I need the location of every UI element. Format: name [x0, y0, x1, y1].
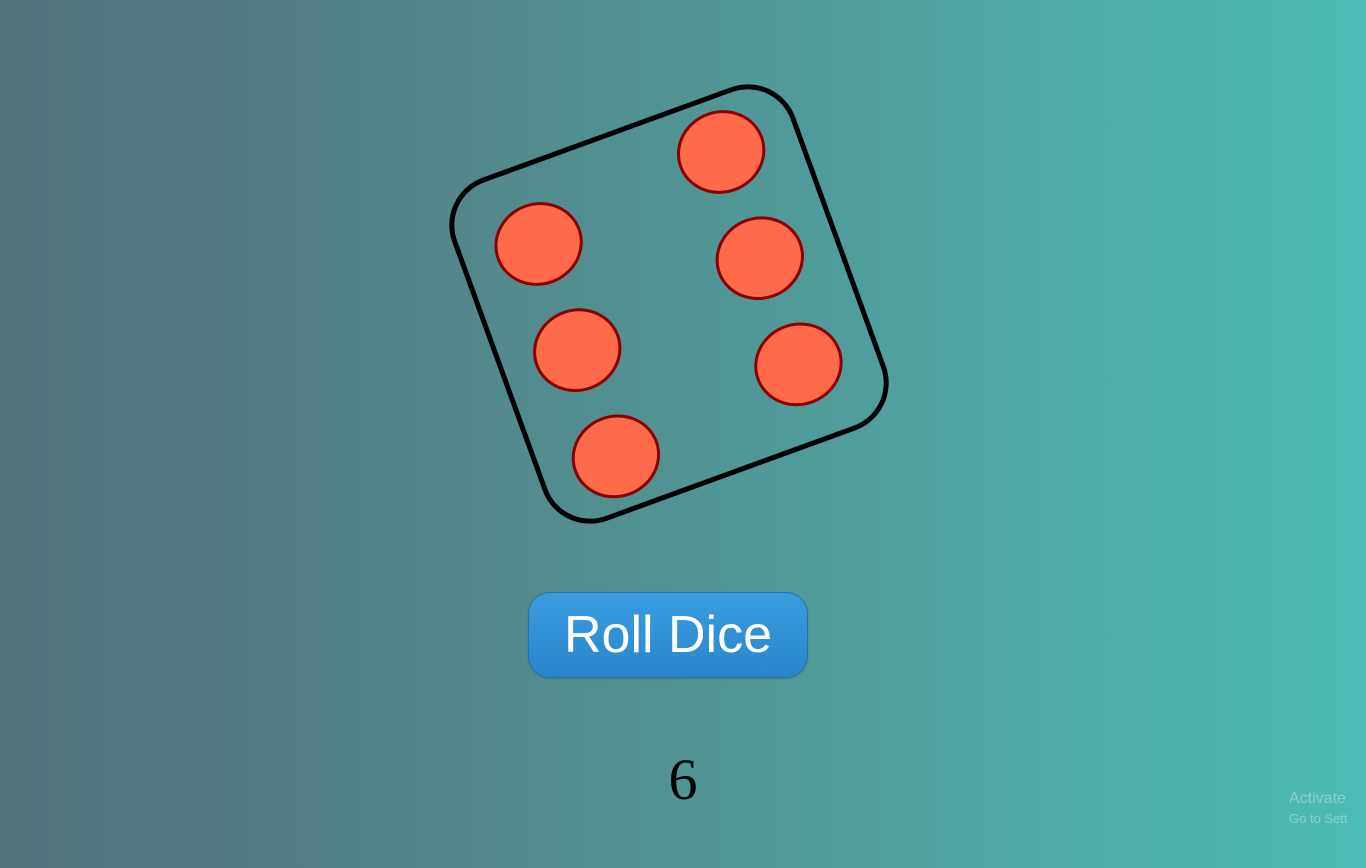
- dice-pip: [494, 202, 583, 286]
- watermark-title: Activate: [1289, 790, 1346, 807]
- dice-pip: [715, 216, 804, 301]
- dice-pip: [754, 322, 843, 407]
- dice-pip: [571, 414, 661, 499]
- dice-pip: [533, 308, 622, 393]
- watermark-subtitle: Go to Sett: [1289, 811, 1348, 826]
- dice-pip: [676, 110, 766, 194]
- roll-dice-button[interactable]: Roll Dice: [528, 592, 808, 678]
- dice: [418, 67, 920, 541]
- activation-watermark: Activate Go to Sett: [1289, 788, 1348, 828]
- dice-face-six: [449, 84, 889, 524]
- roll-result: 6: [668, 747, 698, 812]
- dice-outline: [449, 84, 889, 524]
